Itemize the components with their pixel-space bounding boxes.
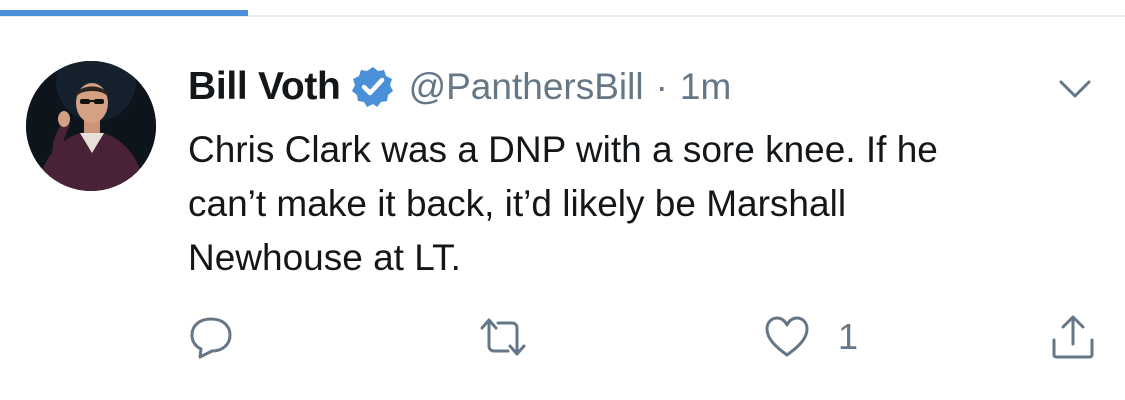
active-tab-indicator[interactable] (0, 10, 248, 16)
user-handle[interactable]: @PanthersBill (409, 66, 644, 108)
share-icon (1052, 315, 1094, 359)
tweet-timestamp[interactable]: 1m (680, 66, 731, 108)
verified-badge-icon (351, 65, 395, 109)
reply-button[interactable] (188, 314, 234, 360)
share-button[interactable] (1050, 314, 1096, 360)
retweet-button[interactable] (478, 314, 528, 360)
heart-icon (765, 316, 809, 357)
tweet-header: Bill Voth @PanthersBill · 1m (188, 62, 731, 112)
retweet-icon (480, 318, 526, 356)
tweet-text-line: Newhouse at LT. (188, 237, 461, 278)
tweet-text: Chris Clark was a DNP with a sore knee. … (188, 123, 1088, 285)
avatar-image (26, 61, 156, 191)
tweet-text-line: can’t make it back, it’d likely be Marsh… (188, 183, 847, 224)
tweet-text-line: Chris Clark was a DNP with a sore knee. … (188, 129, 938, 170)
chevron-down-icon[interactable] (1058, 74, 1092, 104)
meta-separator: · (655, 66, 668, 107)
like-count: 1 (838, 316, 859, 357)
avatar[interactable] (26, 61, 156, 191)
reply-icon (190, 317, 232, 359)
display-name[interactable]: Bill Voth (188, 65, 341, 109)
tweet-page: Bill Voth @PanthersBill · 1m Chris Clark… (0, 0, 1125, 400)
like-button[interactable]: 1 (764, 314, 858, 360)
